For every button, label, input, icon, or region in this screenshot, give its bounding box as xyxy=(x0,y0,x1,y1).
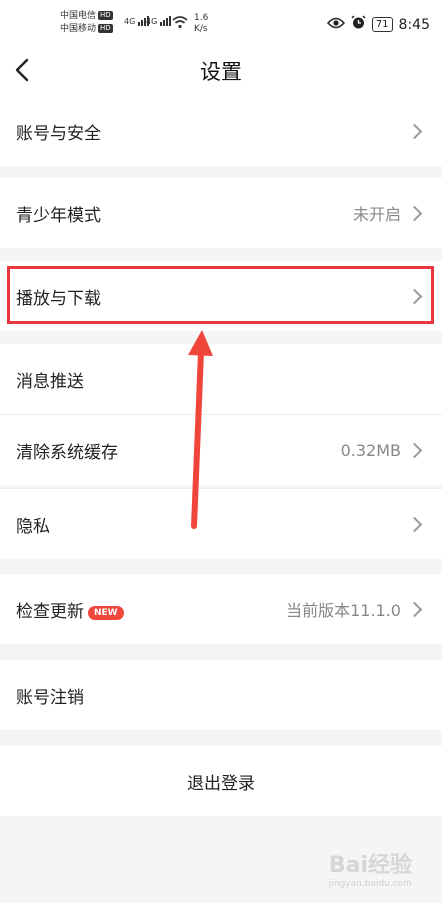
watermark: Bai经验 jingyan.baidu.com xyxy=(329,847,412,889)
watermark-url: jingyan.baidu.com xyxy=(328,879,412,889)
annotation-arrow xyxy=(188,330,213,529)
watermark-brand: Bai经验 xyxy=(328,853,412,878)
